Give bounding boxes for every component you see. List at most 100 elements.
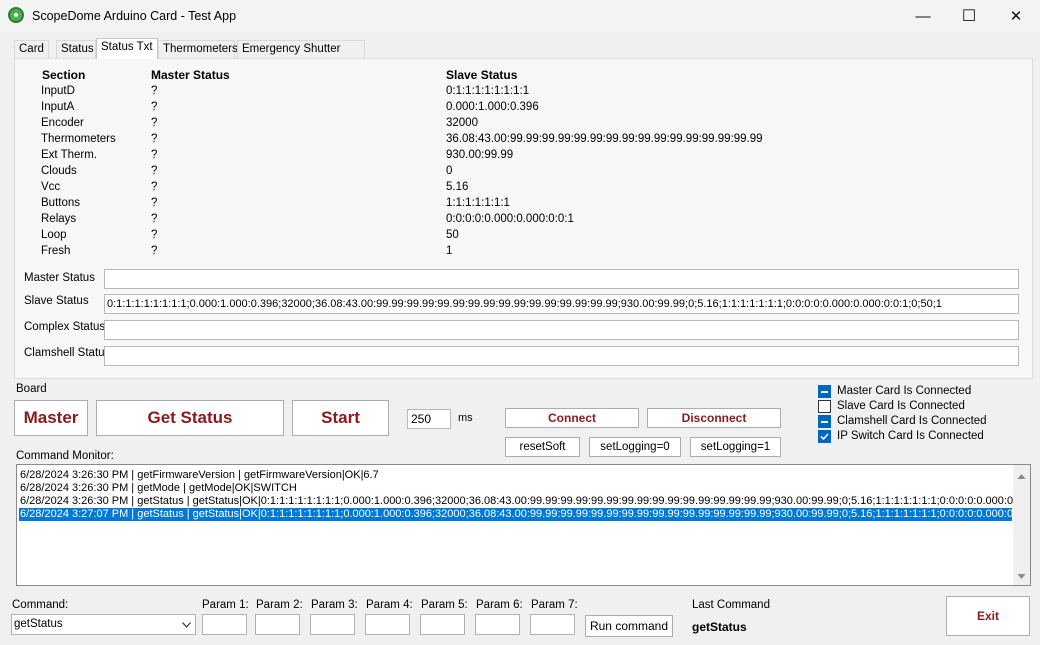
- param-2-label: Param 2:: [256, 599, 303, 611]
- set-logging-1-button[interactable]: setLogging=1: [690, 437, 781, 457]
- row-section: InputA: [41, 101, 75, 113]
- tab-status-txt[interactable]: Status Txt: [96, 38, 158, 59]
- checkmark-icon: [820, 433, 829, 441]
- command-select-value: getStatus: [14, 618, 63, 630]
- row-slave: 0:1:1:1:1:1:1:1:1: [446, 85, 530, 97]
- param-7-input[interactable]: [530, 614, 575, 635]
- row-master: ?: [151, 229, 158, 241]
- window-title: ScopeDome Arduino Card - Test App: [32, 9, 237, 23]
- param-2-input[interactable]: [255, 614, 300, 635]
- board-label: Board: [16, 383, 47, 395]
- row-master: ?: [151, 245, 158, 257]
- param-7-label: Param 7:: [531, 599, 578, 611]
- row-section: Encoder: [41, 117, 84, 129]
- tab-status[interactable]: Status: [56, 40, 96, 58]
- row-slave: 50: [446, 229, 459, 241]
- row-slave: 0:0:0:0:0.000:0.000:0:0:1: [446, 213, 574, 225]
- master-button[interactable]: Master: [14, 400, 88, 436]
- clamshell-card-connected-checkbox[interactable]: [818, 415, 831, 428]
- master-card-connected-label: Master Card Is Connected: [837, 385, 972, 397]
- row-master: ?: [151, 197, 158, 209]
- row-slave: 32000: [446, 117, 478, 129]
- row-slave: 36.08:43.00:99.99:99.99:99.99:99.99:99.9…: [446, 133, 763, 145]
- row-slave: 1: [446, 245, 453, 257]
- slave-status-label: Slave Status: [24, 295, 89, 307]
- row-section: Thermometers: [41, 133, 116, 145]
- maximize-button[interactable]: ☐: [946, 0, 992, 32]
- row-master: ?: [151, 117, 158, 129]
- complex-status-label: Complex Status: [24, 321, 106, 333]
- clamshell-status-label: Clamshell Status: [24, 347, 111, 359]
- scroll-down-icon[interactable]: [1017, 573, 1026, 580]
- master-status-field[interactable]: [104, 269, 1019, 289]
- master-card-connected-checkbox[interactable]: [818, 385, 831, 398]
- master-status-label: Master Status: [24, 272, 95, 284]
- slave-status-field[interactable]: 0:1:1:1:1:1:1:1:1;0.000:1.000:0.396;3200…: [104, 294, 1019, 314]
- monitor-line[interactable]: 6/28/2024 3:26:30 PM | getMode | getMode…: [20, 482, 1013, 495]
- slave-status-header: Slave Status: [446, 68, 518, 82]
- row-section: Buttons: [41, 197, 80, 209]
- row-section: Vcc: [41, 181, 61, 193]
- interval-unit-label: ms: [458, 412, 473, 424]
- param-5-input[interactable]: [420, 614, 465, 635]
- param-6-label: Param 6:: [476, 599, 523, 611]
- disconnect-button[interactable]: Disconnect: [647, 408, 781, 428]
- scroll-up-icon[interactable]: [1017, 473, 1026, 480]
- row-slave: 0: [446, 165, 453, 177]
- close-button[interactable]: ✕: [993, 0, 1039, 32]
- row-master: ?: [151, 85, 158, 97]
- row-master: ?: [151, 213, 158, 225]
- minimize-button[interactable]: —: [900, 0, 946, 32]
- row-master: ?: [151, 165, 158, 177]
- row-slave: 1:1:1:1:1:1:1: [446, 197, 510, 209]
- param-1-input[interactable]: [202, 614, 247, 635]
- row-slave: 5.16: [446, 181, 469, 193]
- row-section: Ext Therm.: [41, 149, 98, 161]
- set-logging-0-button[interactable]: setLogging=0: [589, 437, 681, 457]
- param-3-label: Param 3:: [311, 599, 358, 611]
- connect-button[interactable]: Connect: [505, 408, 639, 428]
- param-4-input[interactable]: [365, 614, 410, 635]
- monitor-line[interactable]: 6/28/2024 3:26:30 PM | getStatus | getSt…: [20, 495, 1013, 508]
- row-section: Relays: [41, 213, 77, 225]
- chevron-down-icon: [182, 622, 191, 628]
- row-master: ?: [151, 133, 158, 145]
- command-label: Command:: [12, 599, 69, 611]
- get-status-button[interactable]: Get Status: [96, 400, 284, 436]
- monitor-line-selected[interactable]: 6/28/2024 3:27:07 PM | getStatus | getSt…: [19, 508, 1012, 521]
- clamshell-status-field[interactable]: [104, 346, 1019, 366]
- monitor-line[interactable]: 6/28/2024 3:26:30 PM | getFirmwareVersio…: [20, 469, 1013, 482]
- exit-button[interactable]: Exit: [946, 596, 1030, 636]
- param-5-label: Param 5:: [421, 599, 468, 611]
- slave-card-connected-label: Slave Card Is Connected: [837, 400, 965, 412]
- section-header: Section: [42, 68, 86, 82]
- command-monitor-label: Command Monitor:: [16, 450, 114, 462]
- clamshell-card-connected-label: Clamshell Card Is Connected: [837, 415, 987, 427]
- ip-switch-card-connected-label: IP Switch Card Is Connected: [837, 430, 984, 442]
- run-command-button[interactable]: Run command: [585, 615, 673, 637]
- param-6-input[interactable]: [475, 614, 520, 635]
- row-section: InputD: [41, 85, 75, 97]
- last-command-label: Last Command: [692, 599, 770, 611]
- interval-input[interactable]: 250: [407, 409, 451, 429]
- row-slave: 930.00:99.99: [446, 149, 514, 161]
- tab-emergency-shutter-close[interactable]: Emergency Shutter Close: [237, 40, 365, 71]
- slave-card-connected-checkbox[interactable]: [818, 400, 831, 413]
- param-3-input[interactable]: [310, 614, 355, 635]
- monitor-scrollbar[interactable]: [1013, 465, 1030, 585]
- command-monitor-list[interactable]: 6/28/2024 3:26:30 PM | getFirmwareVersio…: [16, 464, 1031, 586]
- row-master: ?: [151, 181, 158, 193]
- command-select[interactable]: getStatus: [11, 614, 196, 635]
- tab-card[interactable]: Card: [14, 40, 49, 58]
- row-master: ?: [151, 101, 158, 113]
- param-1-label: Param 1:: [202, 599, 249, 611]
- row-section: Fresh: [41, 245, 71, 257]
- ip-switch-card-connected-checkbox[interactable]: [818, 430, 831, 443]
- start-button[interactable]: Start: [292, 400, 389, 436]
- complex-status-field[interactable]: [104, 320, 1019, 340]
- reset-soft-button[interactable]: resetSoft: [505, 437, 580, 457]
- tab-thermometers[interactable]: Thermometers: [158, 40, 238, 58]
- row-slave: 0.000:1.000:0.396: [446, 101, 539, 113]
- row-master: ?: [151, 149, 158, 161]
- row-section: Loop: [41, 229, 67, 241]
